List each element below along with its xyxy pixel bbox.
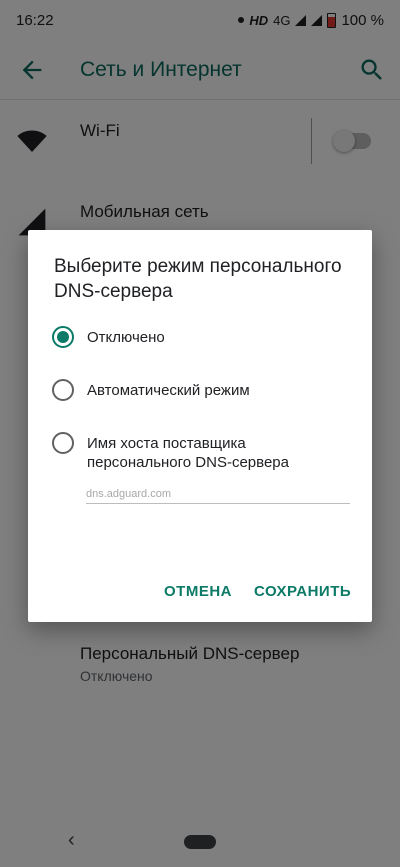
option-off-label: Отключено — [87, 329, 165, 346]
radio-hostname[interactable] — [52, 432, 74, 454]
radio-automatic[interactable] — [52, 379, 74, 401]
option-off[interactable]: Отключено — [50, 318, 360, 358]
save-button[interactable]: СОХРАНИТЬ — [254, 583, 351, 600]
cancel-button[interactable]: ОТМЕНА — [164, 583, 232, 600]
option-hostname-label: Имя хоста поставщика персонального DNS-с… — [87, 435, 289, 471]
dialog-title: Выберите режим персонального DNS-сервера — [54, 256, 342, 302]
option-automatic[interactable]: Автоматический режим — [50, 371, 360, 411]
option-automatic-label: Автоматический режим — [87, 382, 250, 399]
private-dns-dialog: Выберите режим персонального DNS-сервера… — [28, 230, 372, 622]
hostname-input[interactable] — [86, 484, 350, 504]
option-hostname[interactable]: Имя хоста поставщика персонального DNS-с… — [50, 424, 360, 474]
radio-off[interactable] — [52, 326, 74, 348]
